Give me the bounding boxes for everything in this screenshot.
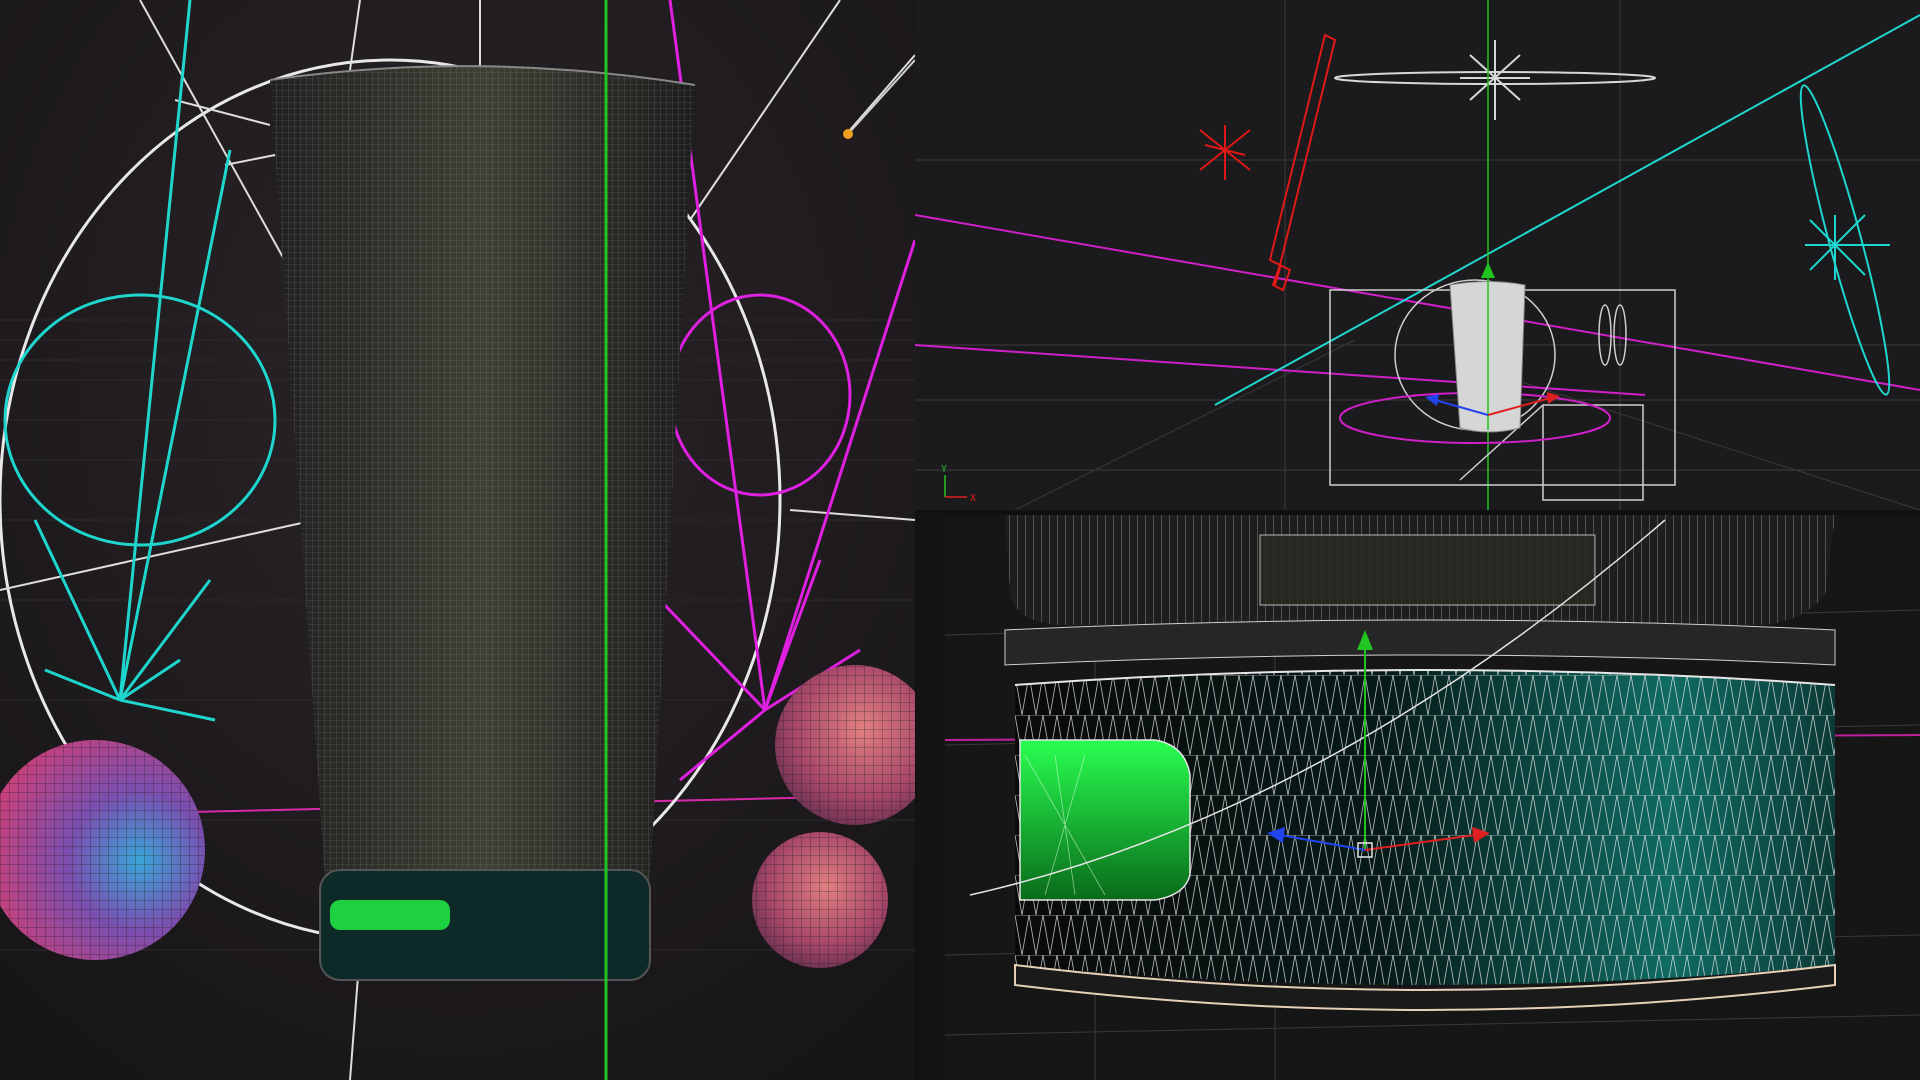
viewport-canvas-left[interactable] (0, 0, 915, 1080)
viewport-background (915, 0, 1920, 510)
viewport-canvas-top-right[interactable]: Y X (915, 0, 1920, 510)
viewport-canvas-bottom-right[interactable] (945, 515, 1920, 1080)
viewport-perspective-base[interactable] (945, 515, 1920, 1080)
glass-model[interactable] (269, 65, 696, 981)
glass-bottom-wireframe[interactable] (1004, 515, 1836, 666)
sphere-right-small[interactable] (752, 832, 888, 968)
viewport-perspective-wide[interactable]: Y X (915, 0, 1920, 510)
light-orange-point[interactable] (843, 129, 853, 139)
base-model[interactable] (1014, 669, 1836, 1011)
axis-y-label: Y (941, 464, 947, 475)
axis-x-label: X (970, 493, 976, 504)
viewport-perspective-close[interactable] (0, 0, 915, 1080)
base-led-strip (330, 900, 450, 930)
